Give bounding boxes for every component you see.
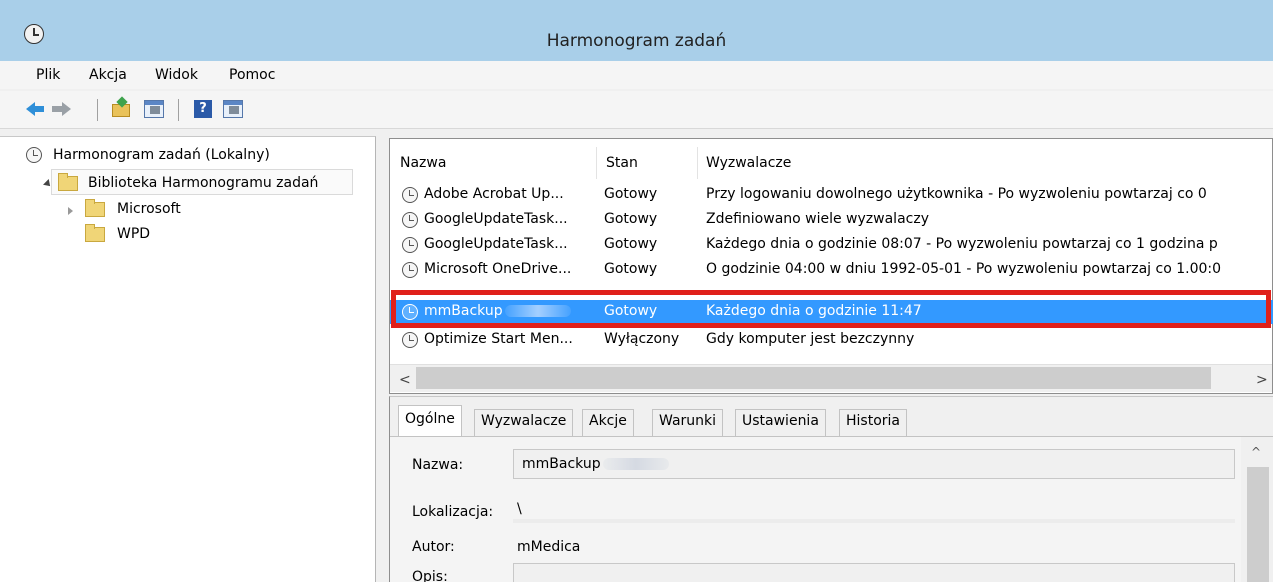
task-trigger: Przy logowaniu dowolnego użytkownika - P…	[706, 186, 1207, 202]
scroll-right-button[interactable]: >	[1256, 372, 1268, 388]
task-trigger: O godzinie 04:00 w dniu 1992-05-01 - Po …	[706, 261, 1222, 277]
task-trigger: Gdy komputer jest bezczynny	[706, 331, 915, 347]
redacted-blur	[504, 305, 571, 317]
toolbar-separator	[97, 99, 98, 121]
task-list: Nazwa Stan Wyzwalacze Adobe Acrobat Up..…	[389, 138, 1273, 394]
menu-pomoc[interactable]: Pomoc	[229, 67, 275, 83]
task-name: Adobe Acrobat Up...	[424, 186, 564, 202]
toolbar-separator	[178, 99, 179, 121]
toolbar: ?	[0, 91, 1273, 129]
list-header: Nazwa Stan Wyzwalacze	[390, 139, 1273, 179]
up-folder-icon[interactable]	[111, 99, 131, 119]
console-tree: Harmonogram zadań (Lokalny) Biblioteka H…	[0, 136, 376, 582]
tab-general[interactable]: Ogólne	[398, 405, 462, 437]
task-state: Wyłączony	[604, 331, 680, 347]
clock-icon	[402, 304, 418, 320]
folder-icon	[85, 224, 105, 242]
tree-item-root[interactable]: Harmonogram zadań (Lokalny)	[26, 145, 346, 167]
task-name: Optimize Start Men...	[424, 331, 573, 347]
menu-plik[interactable]: Plik	[36, 67, 60, 83]
tree-item-microsoft[interactable]: Microsoft	[68, 199, 268, 221]
task-name: GoogleUpdateTask...	[424, 236, 568, 252]
task-row[interactable]: Adobe Acrobat Up... Gotowy Przy logowani…	[390, 183, 1273, 207]
author-value: mMedica	[517, 539, 581, 555]
task-trigger: Zdefiniowano wiele wyzwalaczy	[706, 211, 929, 227]
description-label: Opis:	[412, 569, 448, 582]
horizontal-scrollbar[interactable]: < >	[390, 364, 1272, 392]
folder-icon	[85, 199, 105, 217]
location-label: Lokalizacja:	[412, 504, 494, 520]
scrollbar-thumb[interactable]	[416, 367, 1211, 389]
task-state: Gotowy	[604, 303, 658, 319]
tree-item-label: Harmonogram zadań (Lokalny)	[53, 147, 270, 163]
tab-history[interactable]: Historia	[839, 409, 907, 436]
clock-icon	[402, 262, 418, 278]
column-header-triggers[interactable]: Wyzwalacze	[706, 155, 791, 171]
task-state: Gotowy	[604, 261, 658, 277]
task-row-selected[interactable]: mmBackup Gotowy Każdego dnia o godzinie …	[390, 300, 1273, 324]
scroll-left-button[interactable]: <	[399, 372, 411, 388]
show-hide-console-tree-icon[interactable]	[144, 99, 164, 119]
tab-settings[interactable]: Ustawienia	[735, 409, 826, 436]
general-tab-content: Nazwa: mmBackup Lokalizacja: \ Autor: mM…	[390, 437, 1273, 582]
task-trigger: Każdego dnia o godzinie 08:07 - Po wyzwo…	[706, 236, 1218, 252]
detail-tabs: Ogólne Wyzwalacze Akcje Warunki Ustawien…	[390, 397, 1273, 437]
help-icon[interactable]: ?	[193, 99, 213, 119]
expand-icon[interactable]	[43, 179, 53, 189]
task-state: Gotowy	[604, 236, 658, 252]
column-header-name[interactable]: Nazwa	[400, 155, 446, 171]
task-name: Microsoft OneDrive...	[424, 261, 572, 277]
clock-icon	[402, 212, 418, 228]
window-title: Harmonogram zadań	[546, 31, 727, 51]
task-row[interactable]: Microsoft OneDrive... Gotowy O godzinie …	[390, 258, 1273, 282]
vertical-scrollbar[interactable]: ^	[1241, 437, 1273, 582]
tab-conditions[interactable]: Warunki	[652, 409, 724, 436]
task-name: GoogleUpdateTask...	[424, 211, 568, 227]
back-icon[interactable]	[26, 99, 46, 119]
location-value: \	[517, 501, 522, 517]
tab-triggers[interactable]: Wyzwalacze	[474, 409, 574, 436]
name-label: Nazwa:	[412, 457, 464, 473]
tree-item-library[interactable]: Biblioteka Harmonogramu zadań	[43, 173, 354, 195]
column-header-state[interactable]: Stan	[606, 155, 638, 171]
folder-icon	[58, 173, 78, 191]
column-divider[interactable]	[596, 147, 597, 179]
tab-actions[interactable]: Akcje	[582, 409, 634, 436]
column-divider[interactable]	[697, 147, 698, 179]
task-name: mmBackup	[424, 303, 571, 319]
tree-item-label: WPD	[117, 226, 151, 242]
task-row[interactable]: GoogleUpdateTask... Gotowy Każdego dnia …	[390, 233, 1273, 257]
description-field[interactable]	[513, 563, 1235, 582]
tree-item-label: Microsoft	[117, 201, 181, 217]
author-label: Autor:	[412, 539, 455, 555]
show-hide-action-pane-icon[interactable]	[223, 99, 243, 119]
title-bar: Harmonogram zadań	[0, 0, 1273, 61]
task-row[interactable]: GoogleUpdateTask... Gotowy Zdefiniowano …	[390, 208, 1273, 232]
forward-icon[interactable]	[52, 99, 72, 119]
clock-icon	[26, 147, 42, 163]
redacted-blur	[602, 458, 669, 470]
expand-icon[interactable]	[68, 207, 73, 215]
task-state: Gotowy	[604, 186, 658, 202]
menu-bar: Plik Akcja Widok Pomoc	[0, 61, 1273, 89]
clock-icon	[402, 187, 418, 203]
clock-icon	[402, 332, 418, 348]
task-state: Gotowy	[604, 211, 658, 227]
task-details: Ogólne Wyzwalacze Akcje Warunki Ustawien…	[389, 396, 1273, 582]
task-row[interactable]: Optimize Start Men... Wyłączony Gdy komp…	[390, 328, 1273, 352]
menu-widok[interactable]: Widok	[155, 67, 198, 83]
menu-akcja[interactable]: Akcja	[89, 67, 127, 83]
clock-icon	[402, 237, 418, 253]
task-trigger: Każdego dnia o godzinie 11:47	[706, 303, 922, 319]
tree-item-label: Biblioteka Harmonogramu zadań	[88, 175, 319, 191]
tree-item-wpd[interactable]: WPD	[68, 224, 268, 246]
scrollbar-thumb[interactable]	[1247, 467, 1269, 582]
name-field[interactable]: mmBackup	[513, 449, 1235, 479]
location-underline	[513, 519, 1235, 523]
scroll-up-button[interactable]: ^	[1251, 445, 1261, 459]
